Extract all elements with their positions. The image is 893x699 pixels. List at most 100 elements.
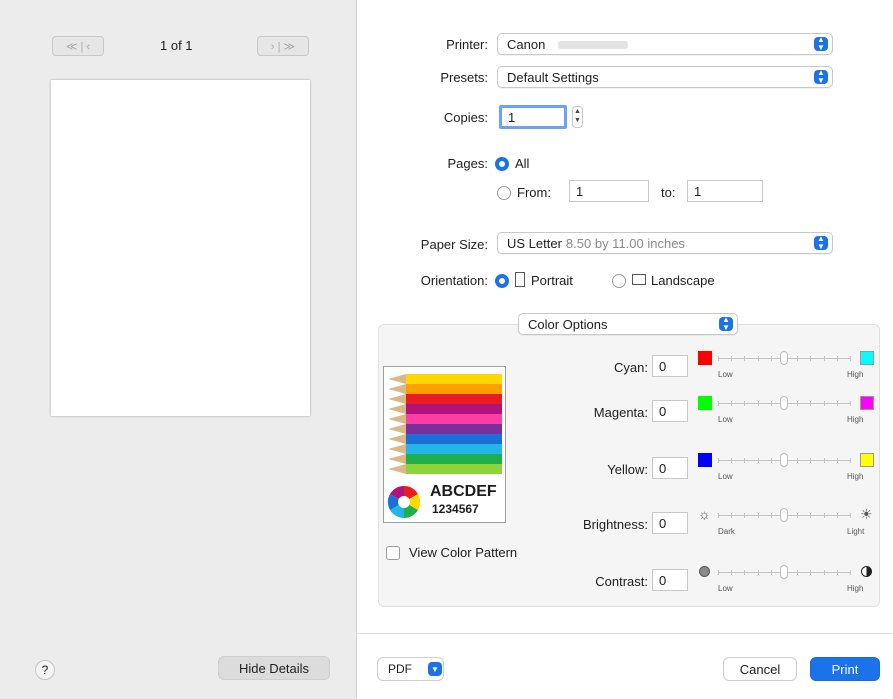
slider-high-label: High [847, 472, 864, 481]
previous-page-button[interactable]: ≪ | ‹ [52, 36, 104, 56]
help-button[interactable]: ? [35, 660, 55, 680]
high-color-swatch [860, 453, 874, 467]
pages-from-field[interactable]: 1 [569, 180, 649, 202]
slider-tick [731, 458, 732, 463]
pages-label: Pages: [447, 156, 488, 171]
slider-tick [758, 458, 759, 463]
printer-select[interactable]: Canon ▲ ▼ [497, 33, 833, 55]
slider-tick [731, 570, 732, 575]
slider-tick [758, 513, 759, 518]
slider-tick [797, 513, 798, 518]
slider-tick [837, 356, 838, 361]
preview-panel: ≪ | ‹ 1 of 1 › | ≫ ? Hide Details [0, 0, 357, 699]
presets-label: Presets: [440, 70, 488, 85]
presets-value: Default Settings [507, 69, 599, 85]
slider-tick [837, 401, 838, 406]
page-indicator: 1 of 1 [160, 38, 193, 53]
slider-tick [810, 513, 811, 518]
adjustment-value-field[interactable]: 0 [652, 457, 688, 479]
slider-knob[interactable] [780, 396, 788, 410]
orientation-label: Orientation: [420, 273, 488, 288]
slider-tick [771, 513, 772, 518]
pages-all-radio[interactable] [495, 157, 509, 171]
slider-tick [797, 570, 798, 575]
slider-low-label: Low [718, 370, 733, 379]
chevron-updown-icon: ▲ ▼ [814, 36, 828, 52]
slider-knob[interactable] [780, 351, 788, 365]
slider-tick [718, 401, 719, 406]
hide-details-button[interactable]: Hide Details [218, 656, 330, 680]
slider-high-label: High [847, 370, 864, 379]
slider-knob[interactable] [780, 565, 788, 579]
view-color-pattern-checkbox[interactable] [386, 546, 400, 560]
pdf-menu-button[interactable]: PDF ▼ [377, 657, 444, 681]
slider-tick [850, 356, 851, 361]
pages-from-label: From: [517, 185, 551, 200]
sun-dark-icon: ☼ [698, 506, 711, 522]
pages-to-field[interactable]: 1 [687, 180, 763, 202]
print-button[interactable]: Print [810, 657, 880, 681]
sample-text-letters: ABCDEF [430, 483, 497, 500]
presets-select[interactable]: Default Settings ▲ ▼ [497, 66, 833, 88]
slider-tick [771, 458, 772, 463]
slider-tick [744, 356, 745, 361]
pages-all-label: All [515, 156, 530, 171]
chevron-updown-icon: ▲ ▼ [814, 69, 828, 85]
adjustment-label: Yellow: [607, 462, 648, 477]
orientation-portrait-radio[interactable] [495, 274, 509, 288]
slider-tick [718, 356, 719, 361]
copies-field[interactable]: 1 [499, 105, 567, 129]
slider-tick [797, 356, 798, 361]
slider-tick [810, 570, 811, 575]
adjustment-label: Magenta: [593, 405, 648, 420]
slider-knob[interactable] [780, 508, 788, 522]
slider-tick [837, 513, 838, 518]
slider-tick [771, 570, 772, 575]
pages-from-radio[interactable] [497, 186, 511, 200]
slider-tick [824, 458, 825, 463]
sun-light-icon: ☀ [860, 506, 873, 522]
section-value: Color Options [528, 316, 608, 332]
slider-tick [810, 458, 811, 463]
portrait-icon [515, 272, 525, 287]
orientation-landscape-radio[interactable] [612, 274, 626, 288]
view-color-pattern-label: View Color Pattern [409, 545, 518, 560]
adjustment-value-field[interactable]: 0 [652, 569, 688, 591]
high-color-swatch [860, 351, 874, 365]
adjustment-value-field[interactable]: 0 [652, 355, 688, 377]
slider-tick [718, 570, 719, 575]
printer-label: Printer: [446, 37, 488, 52]
footer-divider [357, 633, 893, 634]
slider-low-label: Low [718, 415, 733, 424]
copies-stepper[interactable]: ▲ ▼ [572, 106, 583, 128]
adjustment-value-field[interactable]: 0 [652, 400, 688, 422]
high-contrast-icon [861, 566, 872, 577]
slider-tick [718, 513, 719, 518]
low-color-swatch [698, 351, 712, 365]
slider-tick [731, 356, 732, 361]
low-color-swatch [698, 396, 712, 410]
slider-tick [744, 513, 745, 518]
slider-high-label: High [847, 415, 864, 424]
printer-value: Canon [507, 36, 546, 52]
slider-tick [758, 356, 759, 361]
paper-size-detail: 8.50 by 11.00 inches [565, 235, 685, 251]
paper-size-select[interactable]: US Letter 8.50 by 11.00 inches ▲ ▼ [497, 232, 833, 254]
slider-tick [797, 401, 798, 406]
slider-knob[interactable] [780, 453, 788, 467]
orientation-landscape-label: Landscape [651, 273, 715, 288]
slider-tick [850, 458, 851, 463]
slider-low-label: Low [718, 584, 733, 593]
slider-tick [758, 570, 759, 575]
slider-tick [758, 401, 759, 406]
adjustment-value-field[interactable]: 0 [652, 512, 688, 534]
pdf-label: PDF [388, 662, 412, 676]
slider-tick [731, 401, 732, 406]
adjustment-label: Contrast: [595, 574, 648, 589]
slider-tick [731, 513, 732, 518]
cancel-button[interactable]: Cancel [723, 657, 797, 681]
color-sample-image: ABCDEF 1234567 [383, 366, 506, 523]
slider-tick [744, 401, 745, 406]
section-select[interactable]: Color Options ▲ ▼ [518, 313, 738, 335]
next-page-button[interactable]: › | ≫ [257, 36, 309, 56]
